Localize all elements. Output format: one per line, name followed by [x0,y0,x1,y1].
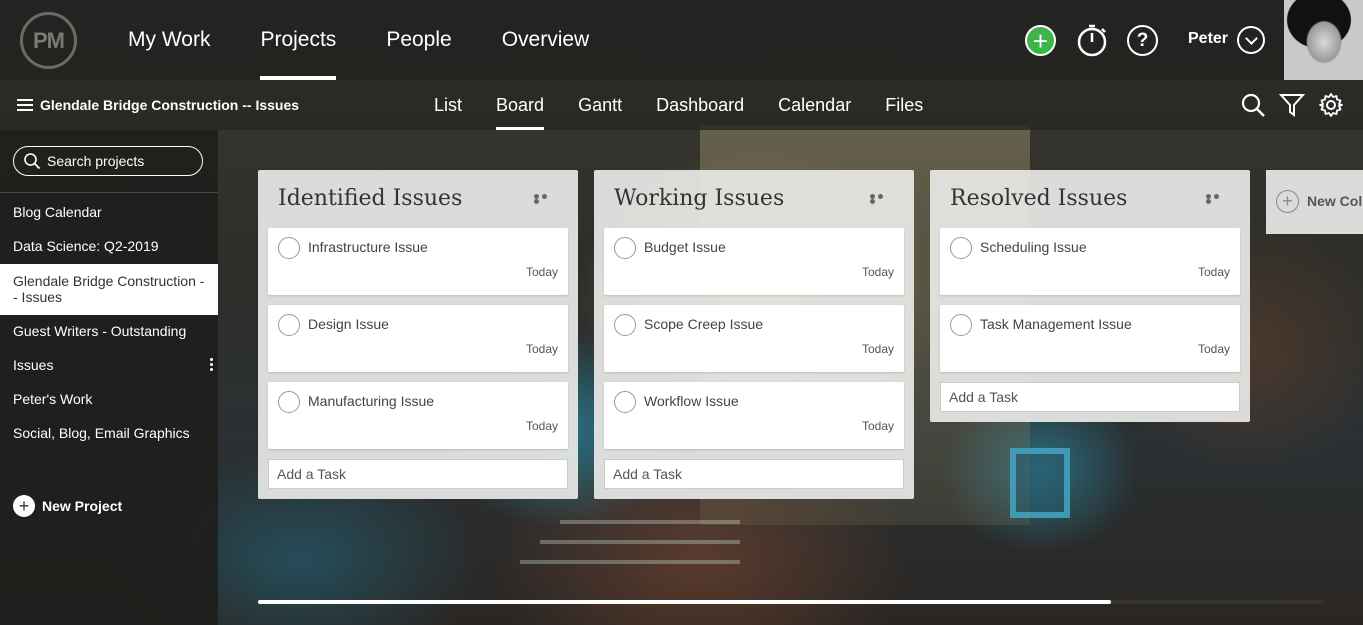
search-input[interactable]: Search projects [13,146,203,176]
task-due: Today [1197,342,1230,356]
avatar[interactable] [1284,0,1363,80]
sidebar-item-guest-writers[interactable]: Guest Writers - Outstanding [0,315,218,349]
task-card[interactable]: Manufacturing Issue Today [268,382,568,449]
chevron-down-icon[interactable] [1237,26,1265,54]
task-card[interactable]: Workflow Issue Today [604,382,904,449]
complete-checkbox[interactable] [950,237,972,259]
task-name: Budget Issue [644,239,726,255]
nav-people[interactable]: People [386,0,451,80]
task-name: Scope Creep Issue [644,316,764,332]
main-nav: My Work Projects People Overview [128,0,639,80]
view-tabs: List Board Gantt Dashboard Calendar File… [434,80,957,130]
task-due: Today [861,265,894,279]
plus-icon: + [13,495,35,517]
kebab-menu-icon[interactable] [210,358,214,373]
column-title[interactable]: Working Issues [614,186,784,211]
complete-checkbox[interactable] [614,391,636,413]
search-icon[interactable] [1240,92,1266,118]
tab-calendar[interactable]: Calendar [778,80,851,130]
more-options-icon[interactable] [870,194,892,204]
sidebar-item-label: Issues [13,357,54,373]
column-title[interactable]: Resolved Issues [950,186,1127,211]
task-name: Workflow Issue [644,393,739,409]
tab-files[interactable]: Files [885,80,923,130]
help-icon[interactable]: ? [1127,25,1158,56]
tab-gantt[interactable]: Gantt [578,80,622,130]
nav-overview[interactable]: Overview [502,0,590,80]
search-icon [24,153,41,170]
sidebar-item-glendale-bridge[interactable]: Glendale Bridge Construction -- Issues [0,264,218,315]
task-due: Today [525,419,558,433]
task-card[interactable]: Budget Issue Today [604,228,904,295]
stopwatch-icon[interactable] [1076,24,1108,57]
complete-checkbox[interactable] [278,314,300,336]
board-column: Resolved Issues Scheduling Issue Today T… [930,170,1250,422]
add-task-input[interactable]: Add a Task [268,459,568,489]
filter-icon[interactable] [1279,92,1305,118]
nav-projects[interactable]: Projects [260,0,336,80]
tab-board[interactable]: Board [496,80,545,130]
add-task-input[interactable]: Add a Task [604,459,904,489]
tab-dashboard[interactable]: Dashboard [656,80,744,130]
task-name: Infrastructure Issue [308,239,428,255]
task-due: Today [861,419,894,433]
add-task-input[interactable]: Add a Task [940,382,1240,412]
column-title[interactable]: Identified Issues [278,186,462,211]
sidebar: Search projects Blog Calendar Data Scien… [0,130,218,625]
complete-checkbox[interactable] [278,391,300,413]
sidebar-item-peters-work[interactable]: Peter's Work [0,383,218,417]
complete-checkbox[interactable] [614,314,636,336]
project-list: Blog Calendar Data Science: Q2-2019 Glen… [0,196,218,451]
user-name[interactable]: Peter [1188,30,1228,48]
sidebar-item-blog-calendar[interactable]: Blog Calendar [0,196,218,230]
task-card[interactable]: Scope Creep Issue Today [604,305,904,372]
more-options-icon[interactable] [1206,194,1228,204]
scrollbar-thumb[interactable] [258,600,1111,604]
board-column: Identified Issues Infrastructure Issue T… [258,170,578,499]
new-column-button[interactable]: + New Colu [1266,170,1363,234]
task-card[interactable]: Design Issue Today [268,305,568,372]
complete-checkbox[interactable] [278,237,300,259]
task-card[interactable]: Scheduling Issue Today [940,228,1240,295]
task-name: Task Management Issue [980,316,1132,332]
complete-checkbox[interactable] [950,314,972,336]
task-name: Design Issue [308,316,389,332]
app-logo[interactable]: PM [20,12,77,69]
search-placeholder: Search projects [47,153,145,169]
new-project-label: New Project [42,498,123,514]
task-due: Today [861,342,894,356]
nav-my-work[interactable]: My Work [128,0,210,80]
complete-checkbox[interactable] [614,237,636,259]
task-name: Scheduling Issue [980,239,1087,255]
horizontal-scrollbar[interactable] [258,600,1324,604]
task-due: Today [1197,265,1230,279]
sidebar-item-data-science[interactable]: Data Science: Q2-2019 [0,230,218,264]
gear-icon[interactable] [1318,92,1344,118]
menu-icon[interactable] [17,99,33,111]
new-column-label: New Colu [1307,193,1363,209]
task-card[interactable]: Task Management Issue Today [940,305,1240,372]
plus-icon: + [1276,190,1299,213]
project-title: Glendale Bridge Construction -- Issues [40,97,300,113]
tab-list[interactable]: List [434,80,462,130]
top-bar: PM My Work Projects People Overview + ? … [0,0,1363,80]
sidebar-item-issues[interactable]: Issues [0,349,218,383]
task-due: Today [525,342,558,356]
add-new-icon[interactable]: + [1025,25,1056,56]
task-card[interactable]: Infrastructure Issue Today [268,228,568,295]
more-options-icon[interactable] [534,194,556,204]
task-due: Today [525,265,558,279]
board-column: Working Issues Budget Issue Today Scope … [594,170,914,499]
project-toolbar: Glendale Bridge Construction -- Issues L… [0,80,1363,130]
divider [0,192,218,193]
task-name: Manufacturing Issue [308,393,435,409]
new-project-button[interactable]: + New Project [13,495,122,517]
sidebar-item-social-blog[interactable]: Social, Blog, Email Graphics [0,417,218,451]
